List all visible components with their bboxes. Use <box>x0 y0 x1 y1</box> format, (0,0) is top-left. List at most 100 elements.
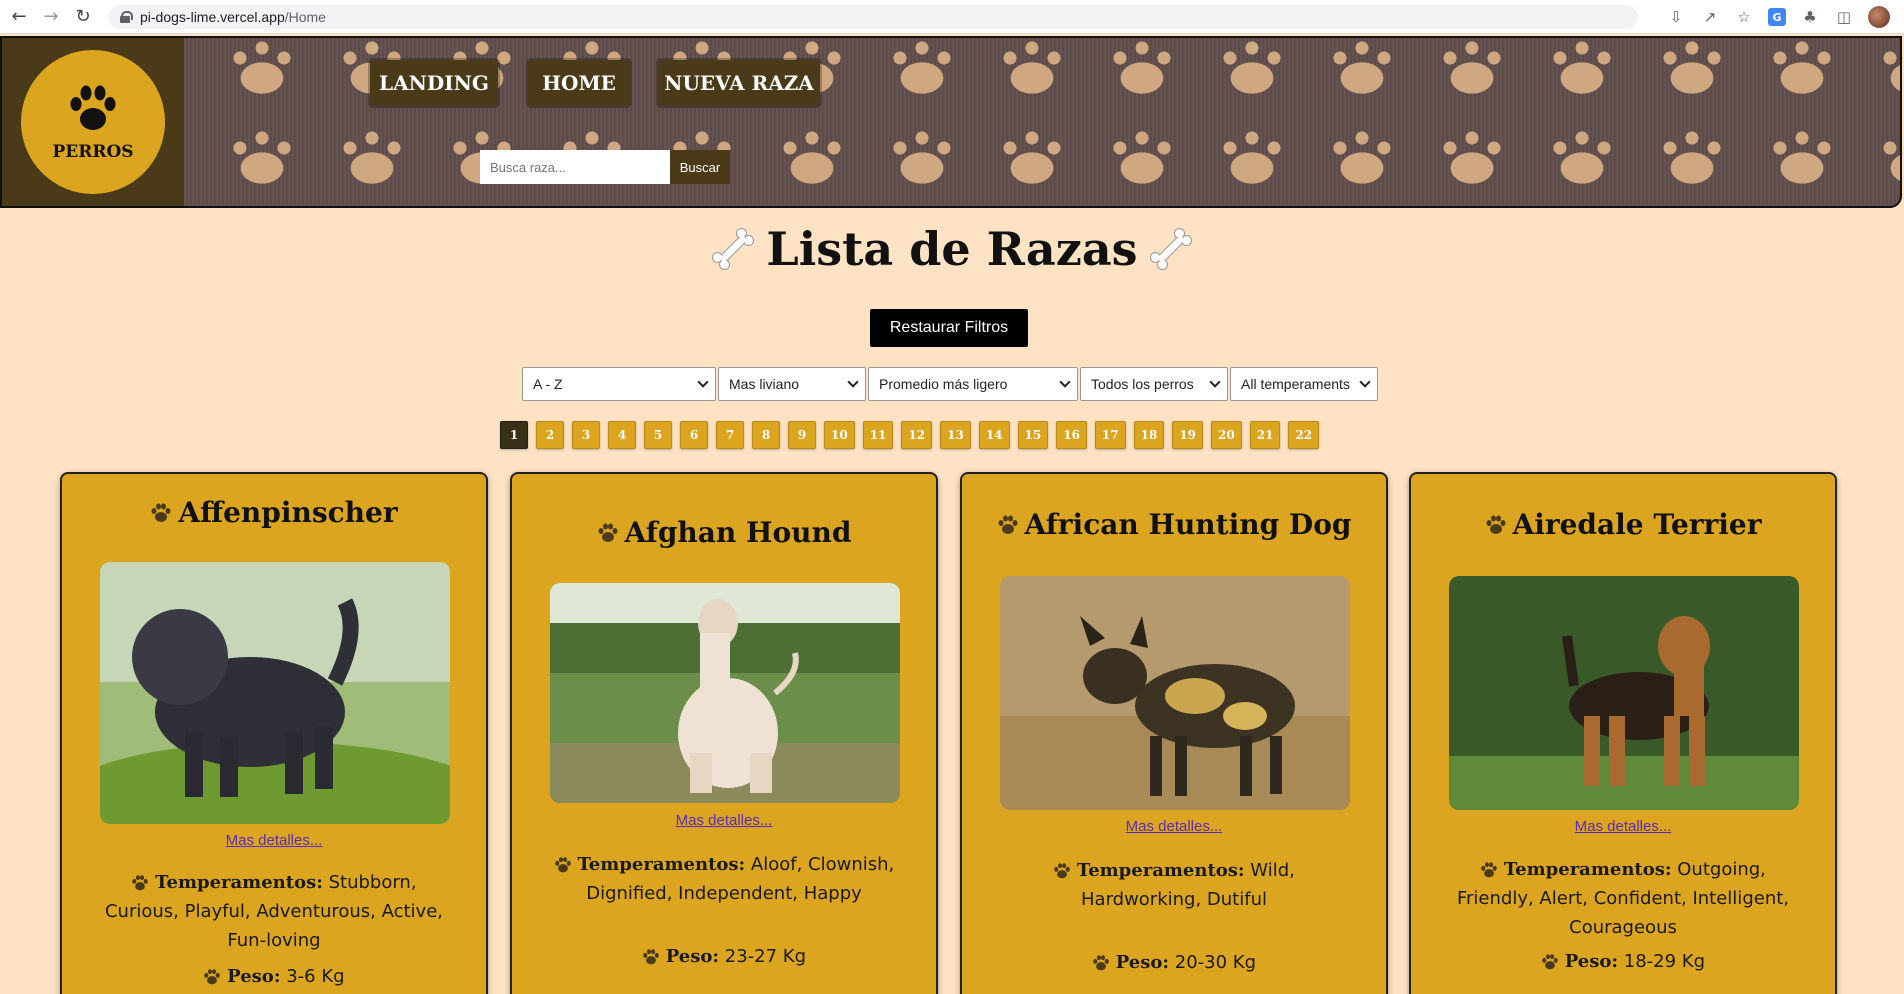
temperaments: Temperamentos: Wild, Hardworking, Dutifu… <box>992 856 1356 914</box>
more-details-link[interactable]: Mas detalles... <box>512 812 936 829</box>
page-button[interactable]: 5 <box>644 421 672 449</box>
weight-value: 23-27 Kg <box>724 946 807 967</box>
page-button[interactable]: 21 <box>1249 421 1281 449</box>
origin-select[interactable]: Todos los perros <box>1080 367 1228 401</box>
chevron-down-icon <box>1359 376 1371 388</box>
page-button[interactable]: 10 <box>824 421 855 449</box>
page-button[interactable]: 2 <box>536 421 564 449</box>
card-title: Airedale Terrier <box>1411 508 1835 541</box>
page-button[interactable]: 19 <box>1172 421 1204 449</box>
page-button[interactable]: 3 <box>572 421 600 449</box>
title-row: Lista de Razas <box>0 222 1904 276</box>
weight-value: 3-6 Kg <box>286 966 345 987</box>
reset-filters-button[interactable]: Restaurar Filtros <box>870 309 1028 347</box>
card-title: Afghan Hound <box>512 516 936 549</box>
breed-name: African Hunting Dog <box>1024 508 1352 541</box>
more-details-link[interactable]: Mas detalles... <box>962 818 1386 835</box>
paw-icon <box>132 875 149 891</box>
weight-value: 18-29 Kg <box>1623 951 1706 972</box>
weight: Peso: 18-29 Kg <box>1411 951 1835 972</box>
temperaments: Temperamentos: Outgoing, Friendly, Alert… <box>1441 855 1805 942</box>
search-button[interactable]: Buscar <box>670 150 730 184</box>
dog-image <box>1000 576 1350 810</box>
share-icon[interactable]: ↗ <box>1700 7 1720 27</box>
page-button[interactable]: 9 <box>788 421 816 449</box>
reload-icon[interactable]: ↻ <box>70 4 96 30</box>
paw-icon <box>70 85 116 130</box>
page-button[interactable]: 8 <box>752 421 780 449</box>
select-value: A - Z <box>533 376 563 392</box>
bone-icon <box>712 227 755 271</box>
nav-landing-button[interactable]: LANDING <box>370 60 498 106</box>
weight-label: Peso: <box>665 946 720 967</box>
logo[interactable]: PERROS <box>2 38 184 206</box>
dog-card[interactable]: African Hunting Dog Mas detalles... Temp… <box>960 472 1388 994</box>
breed-name: Airedale Terrier <box>1512 508 1762 541</box>
average-weight-select[interactable]: Promedio más ligero <box>868 367 1078 401</box>
side-panel-icon[interactable]: ◫ <box>1834 7 1854 27</box>
dog-card[interactable]: Affenpinscher Mas detalles... Temperamen… <box>60 472 488 994</box>
weight-label: Peso: <box>227 966 281 987</box>
dog-card[interactable]: Airedale Terrier Mas detalles... Tempera… <box>1409 472 1837 994</box>
bookmark-star-icon[interactable]: ☆ <box>1734 7 1754 27</box>
profile-avatar[interactable] <box>1868 6 1890 28</box>
paw-icon <box>998 515 1018 534</box>
dog-image <box>1449 576 1799 810</box>
page-button[interactable]: 14 <box>978 421 1010 449</box>
search-input[interactable] <box>480 150 670 184</box>
weight-label: Peso: <box>1115 952 1170 973</box>
temperaments-label: Temperamentos: <box>1503 859 1672 880</box>
page-button[interactable]: 1 <box>500 421 528 449</box>
select-value: Promedio más ligero <box>879 376 1008 392</box>
page-button[interactable]: 18 <box>1133 421 1165 449</box>
install-icon[interactable]: ⇩ <box>1666 7 1686 27</box>
paw-icon <box>1486 515 1505 534</box>
card-title: Affenpinscher <box>62 496 486 529</box>
bone-icon <box>1149 227 1192 271</box>
url-host: pi-dogs-lime.vercel.app <box>140 9 285 25</box>
back-arrow-icon[interactable]: ← <box>6 4 32 30</box>
page-button[interactable]: 13 <box>940 421 971 449</box>
dog-image <box>550 583 900 803</box>
paw-icon <box>643 949 659 965</box>
dog-image <box>100 562 450 824</box>
page-button[interactable]: 16 <box>1056 421 1087 449</box>
translate-icon[interactable]: G <box>1768 8 1786 26</box>
weight: Peso: 23-27 Kg <box>512 946 936 967</box>
paw-icon <box>1054 863 1070 879</box>
page-button[interactable]: 11 <box>862 421 894 449</box>
extensions-puzzle-icon[interactable]: ♣ <box>1800 7 1820 27</box>
page-button[interactable]: 15 <box>1017 421 1049 449</box>
select-value: Todos los perros <box>1091 376 1194 392</box>
paw-icon <box>1542 954 1558 970</box>
forward-arrow-icon[interactable]: → <box>38 4 64 30</box>
page-button[interactable]: 20 <box>1211 421 1242 449</box>
logo-circle: PERROS <box>21 50 165 194</box>
more-details-link[interactable]: Mas detalles... <box>1411 818 1835 835</box>
page-button[interactable]: 22 <box>1288 421 1320 449</box>
dog-card[interactable]: Afghan Hound Mas detalles... Temperament… <box>510 472 938 994</box>
page-button[interactable]: 4 <box>608 421 636 449</box>
logo-text: PERROS <box>52 142 134 162</box>
sort-weight-select[interactable]: Mas liviano <box>718 367 866 401</box>
pagination: 1 2 3 4 5 6 7 8 9 10 11 12 13 14 15 16 17 18 19 20 21 22 <box>500 421 1320 449</box>
nav-nueva-raza-button[interactable]: NUEVA RAZA <box>658 60 820 106</box>
paw-icon <box>151 503 171 522</box>
temperaments: Temperamentos: Aloof, Clownish, Dignifie… <box>542 850 906 908</box>
temperaments-label: Temperamentos: <box>1076 860 1245 881</box>
more-details-link[interactable]: Mas detalles... <box>62 832 486 849</box>
browser-toolbar: ← → ↻ pi-dogs-lime.vercel.app/Home ⇩ ↗ ☆… <box>0 0 1904 34</box>
paw-icon <box>554 857 571 873</box>
chevron-down-icon <box>697 376 709 388</box>
card-title: African Hunting Dog <box>962 508 1386 541</box>
page-button[interactable]: 6 <box>680 421 708 449</box>
temperament-select[interactable]: All temperaments <box>1230 367 1378 401</box>
page-button[interactable]: 12 <box>901 421 933 449</box>
address-bar[interactable]: pi-dogs-lime.vercel.app/Home <box>108 5 1638 29</box>
page-button[interactable]: 7 <box>716 421 744 449</box>
sort-alpha-select[interactable]: A - Z <box>522 367 716 401</box>
header-banner: PERROS LANDING HOME NUEVA RAZA Busca r <box>0 36 1902 208</box>
page-button[interactable]: 17 <box>1094 421 1126 449</box>
nav-home-button[interactable]: HOME <box>528 60 630 106</box>
breed-name: Affenpinscher <box>178 496 398 529</box>
